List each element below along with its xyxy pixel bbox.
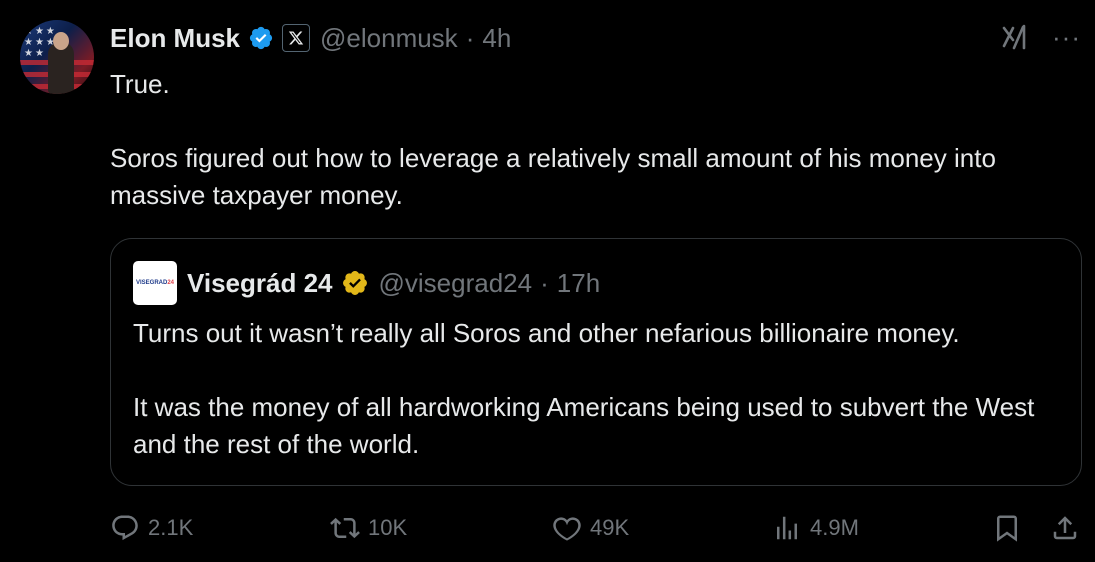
reply-count: 2.1K (148, 515, 194, 540)
header-separator: · (465, 22, 475, 53)
share-icon (1053, 516, 1077, 540)
quoted-author-name[interactable]: Visegrád 24 (187, 268, 333, 299)
quoted-author-handle[interactable]: @visegrad24 (379, 268, 533, 299)
author-handle[interactable]: @elonmusk (320, 23, 458, 54)
quoted-tweet-header: VISEGRAD24 Visegrád 24 @visegrad24 · 17h (133, 261, 600, 305)
like-count: 49K (590, 515, 630, 540)
tweet-header: Elon Musk @elonmusk · 4h (110, 20, 511, 56)
quoted-separator: · (540, 267, 549, 298)
reply-icon (112, 515, 138, 541)
repost-icon (330, 517, 360, 539)
grok-icon[interactable] (1000, 22, 1030, 52)
x-affiliation-icon[interactable] (282, 24, 311, 52)
bookmark-icon (997, 515, 1017, 542)
views-button[interactable]: 4.9M (772, 508, 859, 548)
reply-button[interactable]: 2.1K (110, 508, 193, 548)
quoted-tweet-text: Turns out it wasn’t really all Soros and… (133, 318, 1035, 459)
share-button[interactable] (1050, 508, 1080, 548)
repost-count: 10K (368, 515, 408, 540)
tweet-actions-bar: 2.1K 10K 49K 4.9M (110, 508, 1082, 548)
author-name[interactable]: Elon Musk (110, 23, 240, 54)
verified-badge-icon[interactable] (248, 25, 274, 51)
views-count: 4.9M (810, 515, 859, 540)
more-options-icon[interactable]: ··· (1052, 24, 1081, 50)
bookmark-button[interactable] (992, 508, 1022, 548)
tweet-top-actions: ··· (1000, 22, 1081, 52)
repost-button[interactable]: 10K (330, 508, 407, 548)
views-icon (777, 516, 797, 540)
quoted-tweet[interactable]: VISEGRAD24 Visegrád 24 @visegrad24 · 17h… (110, 238, 1082, 486)
tweet-time[interactable]: 4h (482, 23, 511, 54)
avatar-head (53, 32, 69, 50)
quoted-avatar-logo: VISEGRAD24 (135, 280, 175, 286)
heart-icon (553, 517, 581, 541)
author-avatar[interactable]: ★★★ ★★★ ★★ (20, 20, 94, 94)
like-button[interactable]: 49K (552, 508, 629, 548)
quoted-author-avatar[interactable]: VISEGRAD24 (133, 261, 177, 305)
tweet-text: True. Soros figured out how to leverage … (110, 69, 996, 210)
quoted-tweet-time[interactable]: 17h (557, 268, 600, 299)
gold-verified-badge-icon[interactable] (341, 269, 369, 297)
